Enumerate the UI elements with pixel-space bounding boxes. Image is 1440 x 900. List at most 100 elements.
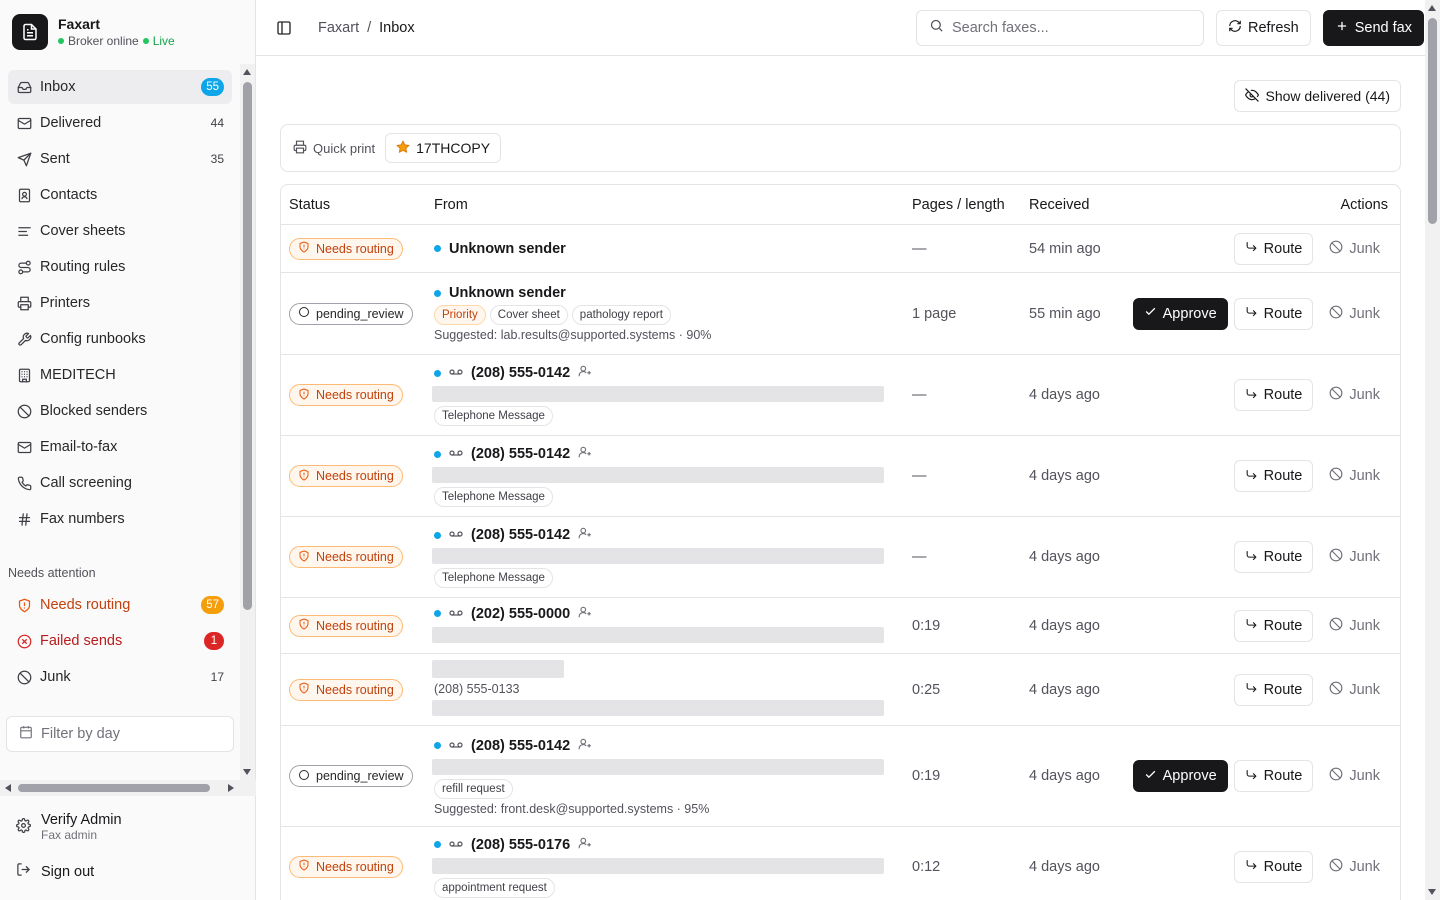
sidebar-item-meditech[interactable]: MEDITECH [8, 358, 232, 392]
route-button[interactable]: Route [1233, 379, 1314, 411]
table-row[interactable]: pending_review Unknown sender Priority Cove… [281, 273, 1400, 355]
add-contact-icon[interactable] [578, 836, 592, 854]
table-row[interactable]: Needs routing (208) 555-0176 appointment r… [281, 827, 1400, 900]
sidebar-item-email-to-fax[interactable]: Email-to-fax [8, 430, 232, 464]
tag-chip: refill request [434, 778, 513, 799]
sidebar-item-junk[interactable]: Junk 17 [8, 660, 232, 694]
add-contact-icon[interactable] [578, 737, 592, 755]
junk-button[interactable]: Junk [1319, 541, 1390, 573]
header-status[interactable]: Status [281, 185, 426, 225]
junk-button[interactable]: Junk [1319, 460, 1390, 492]
pages-cell: 0:19 [904, 726, 1021, 827]
sidebar-item-label: Blocked senders [40, 403, 148, 419]
refresh-button[interactable]: Refresh [1215, 9, 1311, 46]
page-scroll-down-icon[interactable] [1428, 889, 1436, 895]
send-fax-button[interactable]: Send fax [1322, 9, 1424, 46]
approve-button[interactable]: Approve [1132, 760, 1228, 792]
junk-button[interactable]: Junk [1319, 851, 1390, 883]
show-delivered-button[interactable]: Show delivered (44) [1234, 80, 1401, 112]
junk-button[interactable]: Junk [1319, 233, 1390, 265]
junk-button[interactable]: Junk [1319, 610, 1390, 642]
from-cell: (208) 555-0142 Telephone Message [426, 517, 904, 598]
sidebar-scrollbar[interactable] [240, 64, 255, 780]
junk-button[interactable]: Junk [1319, 298, 1390, 330]
junk-label: Junk [1349, 617, 1380, 634]
sidebar-horizontal-scrollbar[interactable] [0, 780, 256, 796]
add-contact-icon[interactable] [578, 605, 592, 623]
shield-alert-icon [298, 618, 310, 633]
scroll-left-icon[interactable] [5, 784, 11, 792]
route-button[interactable]: Route [1233, 760, 1314, 792]
table-row[interactable]: Needs routing Unknown sender —54 min ago Ro… [281, 225, 1400, 273]
search-input[interactable]: Search faxes... [915, 9, 1204, 46]
breadcrumb-root[interactable]: Faxart [318, 20, 359, 36]
junk-label: Junk [1349, 305, 1380, 322]
filter-by-day-input[interactable]: Filter by day [6, 716, 234, 752]
sidebar-item-printers[interactable]: Printers [8, 286, 232, 320]
scroll-up-icon[interactable] [243, 69, 251, 75]
route-button[interactable]: Route [1233, 850, 1314, 883]
route-button[interactable]: Route [1233, 609, 1314, 642]
table-row[interactable]: Needs routing (208) 555-0133 0:25 4 days ag… [281, 654, 1400, 726]
route-button[interactable]: Route [1233, 297, 1314, 330]
sidebar-item-blocked-senders[interactable]: Blocked senders [8, 394, 232, 428]
from-cell: (202) 555-0000 [426, 598, 904, 654]
sidebar-item-label: Printers [40, 295, 90, 311]
table-row[interactable]: Needs routing (208) 555-0142 Telephone Mes… [281, 355, 1400, 436]
page-scrollbar[interactable] [1425, 0, 1440, 900]
ban-icon [1329, 767, 1343, 785]
sidebar-item-cover-sheets[interactable]: Cover sheets [8, 214, 232, 248]
approve-button[interactable]: Approve [1132, 297, 1228, 330]
add-contact-icon[interactable] [578, 526, 592, 544]
route-button[interactable]: Route [1233, 232, 1314, 265]
user-menu[interactable]: Verify Admin Fax admin [0, 804, 255, 850]
junk-button[interactable]: Junk [1319, 674, 1390, 706]
add-contact-icon[interactable] [578, 445, 592, 463]
sign-out-button[interactable]: Sign out [0, 850, 255, 893]
header-from[interactable]: From [426, 185, 904, 225]
horizontal-scrollbar-thumb[interactable] [18, 784, 210, 792]
quick-print-printer-button[interactable]: 17THCOPY [385, 133, 502, 163]
mail-icon [16, 115, 32, 131]
status-badge: Needs routing [289, 678, 403, 701]
pages-cell: — [904, 225, 1021, 273]
sidebar-item-inbox[interactable]: Inbox 55 [8, 70, 232, 104]
route-button[interactable]: Route [1233, 541, 1314, 573]
sidebar-item-call-screening[interactable]: Call screening [8, 466, 232, 500]
table-row[interactable]: pending_review (208) 555-0142 refill reque… [281, 726, 1400, 827]
sidebar-item-failed-sends[interactable]: Failed sends 1 [8, 624, 232, 658]
scroll-right-icon[interactable] [228, 784, 234, 792]
transcript-placeholder [432, 857, 884, 874]
header-pages[interactable]: Pages / length [904, 185, 1021, 225]
route-button[interactable]: Route [1233, 460, 1314, 492]
sidebar-item-label: Email-to-fax [40, 439, 118, 455]
received-cell: 55 min ago [1021, 273, 1121, 355]
scroll-down-icon[interactable] [243, 769, 251, 775]
breadcrumb-current: Inbox [379, 19, 415, 36]
table-row[interactable]: Needs routing (208) 555-0142 Telephone Mes… [281, 517, 1400, 598]
sidebar-toggle-icon[interactable] [272, 16, 296, 40]
page-scroll-up-icon[interactable] [1428, 5, 1436, 11]
junk-button[interactable]: Junk [1319, 760, 1390, 792]
sidebar-item-contacts[interactable]: Contacts [8, 178, 232, 212]
row-actions: Route Junk [1129, 541, 1390, 573]
header-received[interactable]: Received [1021, 185, 1121, 225]
user-panel: Verify Admin Fax admin Sign out [0, 804, 255, 893]
from-cell: (208) 555-0142 Telephone Message [426, 436, 904, 517]
route-button[interactable]: Route [1233, 673, 1314, 706]
table-row[interactable]: Needs routing (202) 555-0000 0:19 4 days ag… [281, 598, 1400, 654]
junk-button[interactable]: Junk [1319, 379, 1390, 411]
add-contact-icon[interactable] [578, 364, 592, 382]
sidebar-item-sent[interactable]: Sent 35 [8, 142, 232, 176]
page-scrollbar-thumb[interactable] [1428, 18, 1437, 224]
sidebar-item-config-runbooks[interactable]: Config runbooks [8, 322, 232, 356]
sidebar-item-fax-numbers[interactable]: Fax numbers [8, 502, 232, 536]
sidebar-item-delivered[interactable]: Delivered 44 [8, 106, 232, 140]
sidebar-item-needs-routing[interactable]: Needs routing 57 [8, 588, 232, 622]
table-row[interactable]: Needs routing (208) 555-0142 Telephone Mes… [281, 436, 1400, 517]
broker-status: Broker online Live [58, 34, 175, 48]
scrollbar-thumb[interactable] [243, 82, 252, 610]
sidebar-item-routing-rules[interactable]: Routing rules [8, 250, 232, 284]
mail-icon [16, 439, 32, 455]
voicemail-icon [449, 528, 463, 542]
